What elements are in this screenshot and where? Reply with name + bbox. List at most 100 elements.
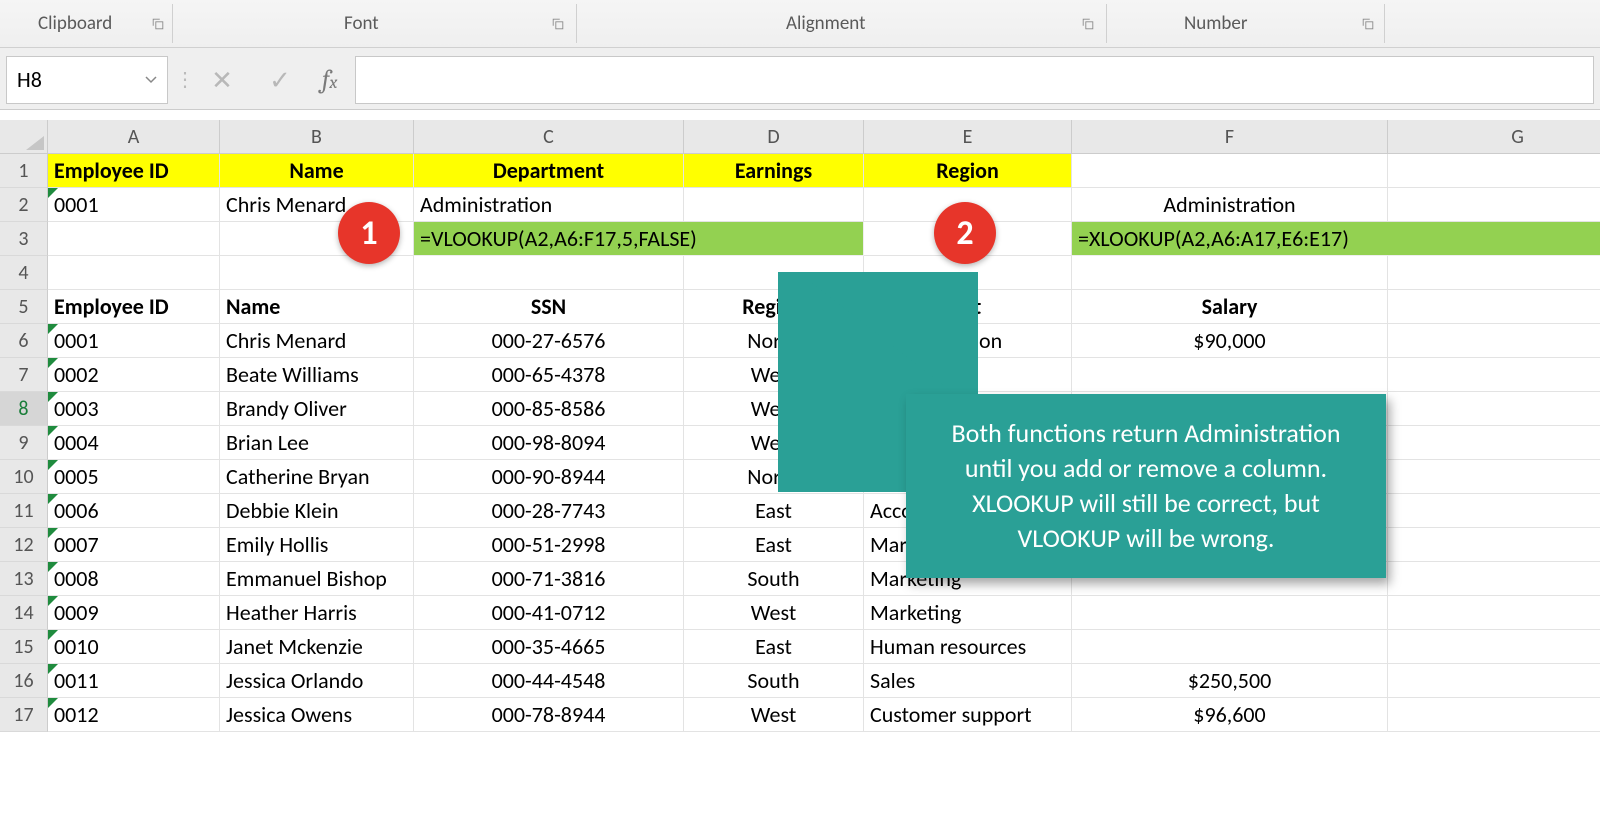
cell[interactable]: 0006 bbox=[48, 494, 220, 528]
cell[interactable] bbox=[414, 256, 684, 290]
cell[interactable] bbox=[1388, 698, 1600, 732]
cell[interactable]: $250,500 bbox=[1072, 664, 1388, 698]
accept-formula-icon[interactable]: ✓ bbox=[256, 56, 304, 104]
column-header[interactable]: A bbox=[48, 120, 220, 154]
row-header[interactable]: 5 bbox=[0, 290, 48, 324]
cell[interactable]: Region bbox=[864, 154, 1072, 188]
cancel-formula-icon[interactable]: ✕ bbox=[198, 56, 246, 104]
cell[interactable]: Employee ID bbox=[48, 154, 220, 188]
cell[interactable]: Salary bbox=[1072, 290, 1388, 324]
select-all-corner[interactable] bbox=[0, 120, 48, 154]
name-box[interactable]: H8 bbox=[6, 56, 168, 104]
cell[interactable]: 000-41-0712 bbox=[414, 596, 684, 630]
cell[interactable] bbox=[1388, 664, 1600, 698]
cell[interactable]: SSN bbox=[414, 290, 684, 324]
cell[interactable]: 000-27-6576 bbox=[414, 324, 684, 358]
row-header[interactable]: 11 bbox=[0, 494, 48, 528]
cell[interactable]: 0003 bbox=[48, 392, 220, 426]
column-header[interactable]: E bbox=[864, 120, 1072, 154]
launcher-icon[interactable] bbox=[1080, 16, 1096, 32]
cell[interactable] bbox=[1388, 494, 1600, 528]
cell[interactable]: 0009 bbox=[48, 596, 220, 630]
cell[interactable]: 0007 bbox=[48, 528, 220, 562]
cell[interactable] bbox=[1388, 528, 1600, 562]
cell[interactable]: 000-51-2998 bbox=[414, 528, 684, 562]
cell[interactable] bbox=[1388, 188, 1600, 222]
column-header[interactable]: B bbox=[220, 120, 414, 154]
launcher-icon[interactable] bbox=[550, 16, 566, 32]
cell[interactable] bbox=[1388, 596, 1600, 630]
column-header[interactable]: D bbox=[684, 120, 864, 154]
cell[interactable] bbox=[48, 222, 220, 256]
cell[interactable]: Name bbox=[220, 290, 414, 324]
cell[interactable]: 0010 bbox=[48, 630, 220, 664]
cell[interactable]: 000-78-8944 bbox=[414, 698, 684, 732]
launcher-icon[interactable] bbox=[1360, 16, 1376, 32]
cell[interactable] bbox=[1388, 630, 1600, 664]
cell[interactable] bbox=[1388, 562, 1600, 596]
fx-icon[interactable]: fx bbox=[314, 65, 345, 95]
cell[interactable]: Catherine Bryan bbox=[220, 460, 414, 494]
row-header[interactable]: 13 bbox=[0, 562, 48, 596]
cell[interactable] bbox=[1388, 358, 1600, 392]
cell[interactable]: 000-85-8586 bbox=[414, 392, 684, 426]
row-header[interactable]: 1 bbox=[0, 154, 48, 188]
cell[interactable]: Heather Harris bbox=[220, 596, 414, 630]
cell[interactable] bbox=[1072, 630, 1388, 664]
cell[interactable]: 000-65-4378 bbox=[414, 358, 684, 392]
cell[interactable]: West bbox=[684, 596, 864, 630]
cell[interactable]: 000-98-8094 bbox=[414, 426, 684, 460]
column-header[interactable]: G bbox=[1388, 120, 1600, 154]
row-header[interactable]: 7 bbox=[0, 358, 48, 392]
cell[interactable]: 0005 bbox=[48, 460, 220, 494]
cell[interactable]: 0008 bbox=[48, 562, 220, 596]
row-header[interactable]: 17 bbox=[0, 698, 48, 732]
cell[interactable]: South bbox=[684, 664, 864, 698]
row-header[interactable]: 2 bbox=[0, 188, 48, 222]
xlookup-formula-cell[interactable]: =XLOOKUP(A2,A6:A17,E6:E17) bbox=[1072, 222, 1600, 256]
chevron-down-icon[interactable] bbox=[139, 57, 163, 103]
row-header[interactable]: 14 bbox=[0, 596, 48, 630]
cell[interactable]: South bbox=[684, 562, 864, 596]
cell[interactable] bbox=[1072, 256, 1388, 290]
cell[interactable] bbox=[1388, 324, 1600, 358]
cell[interactable]: Employee ID bbox=[48, 290, 220, 324]
row-header[interactable]: 12 bbox=[0, 528, 48, 562]
cell[interactable]: 000-90-8944 bbox=[414, 460, 684, 494]
row-header[interactable]: 16 bbox=[0, 664, 48, 698]
cell[interactable]: 0001 bbox=[48, 188, 220, 222]
cell[interactable]: 0001 bbox=[48, 324, 220, 358]
cell[interactable] bbox=[684, 188, 864, 222]
cell[interactable] bbox=[1388, 392, 1600, 426]
cell[interactable] bbox=[1388, 460, 1600, 494]
cell[interactable]: East bbox=[684, 528, 864, 562]
cell[interactable]: East bbox=[684, 494, 864, 528]
cell[interactable]: 0011 bbox=[48, 664, 220, 698]
cell[interactable]: $96,600 bbox=[1072, 698, 1388, 732]
row-header[interactable]: 4 bbox=[0, 256, 48, 290]
cell[interactable] bbox=[1388, 426, 1600, 460]
cell[interactable] bbox=[1072, 596, 1388, 630]
cell[interactable]: Brian Lee bbox=[220, 426, 414, 460]
cell[interactable]: Emmanuel Bishop bbox=[220, 562, 414, 596]
cell[interactable] bbox=[48, 256, 220, 290]
cell[interactable]: 000-71-3816 bbox=[414, 562, 684, 596]
cell[interactable]: Administration bbox=[414, 188, 684, 222]
cell[interactable]: Earnings bbox=[684, 154, 864, 188]
cell[interactable] bbox=[1072, 358, 1388, 392]
cell[interactable]: Department bbox=[414, 154, 684, 188]
cell[interactable]: Brandy Oliver bbox=[220, 392, 414, 426]
cell[interactable]: 0004 bbox=[48, 426, 220, 460]
cell[interactable]: 000-35-4665 bbox=[414, 630, 684, 664]
cell[interactable] bbox=[1072, 154, 1388, 188]
row-header[interactable]: 6 bbox=[0, 324, 48, 358]
cell[interactable]: 0002 bbox=[48, 358, 220, 392]
cell[interactable]: Beate Williams bbox=[220, 358, 414, 392]
row-header[interactable]: 8 bbox=[0, 392, 48, 426]
cell[interactable]: Jessica Owens bbox=[220, 698, 414, 732]
column-header[interactable]: C bbox=[414, 120, 684, 154]
cell[interactable]: 000-44-4548 bbox=[414, 664, 684, 698]
cell[interactable]: 000-28-7743 bbox=[414, 494, 684, 528]
cell[interactable]: Customer support bbox=[864, 698, 1072, 732]
cell[interactable]: Name bbox=[220, 154, 414, 188]
